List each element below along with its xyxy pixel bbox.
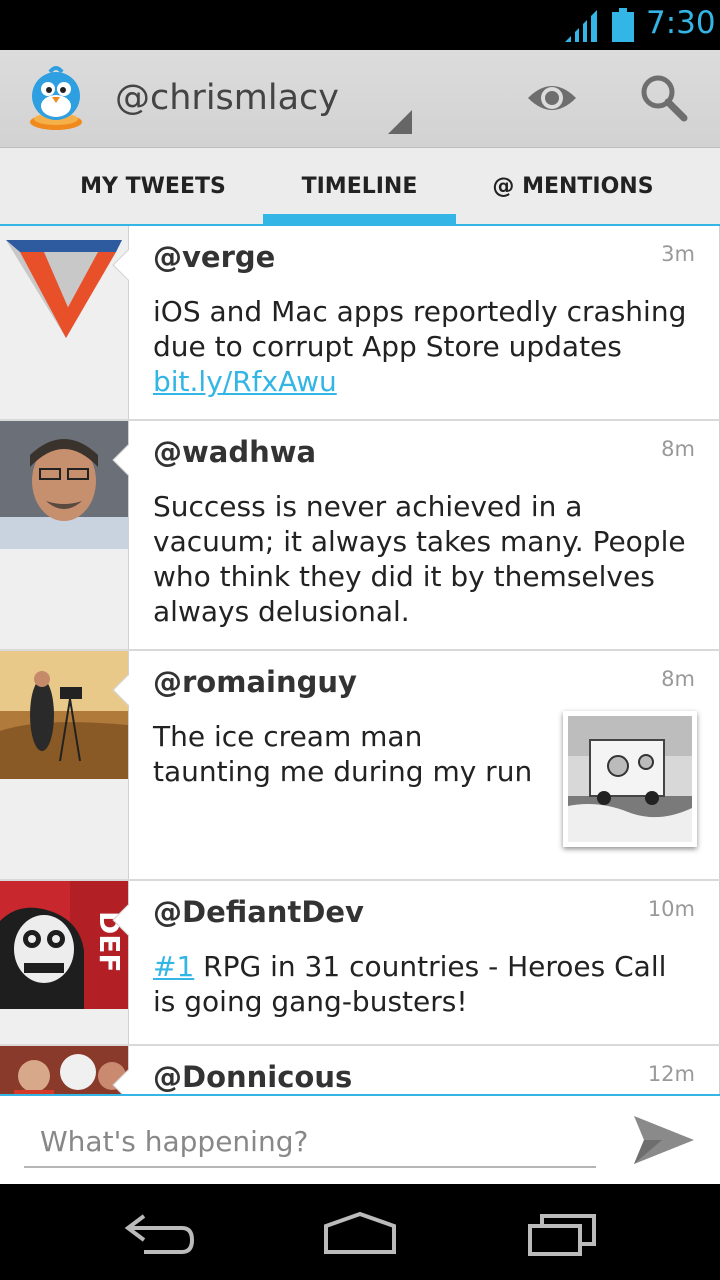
tweet-link[interactable]: bit.ly/RfxAwu	[153, 365, 337, 398]
search-icon[interactable]	[636, 72, 692, 124]
timeline-list[interactable]: @verge 3m iOS and Mac apps reportedly cr…	[0, 226, 720, 1094]
signal-icon	[565, 10, 597, 42]
avatar-defiantdev[interactable]: DEF	[0, 881, 128, 1009]
home-icon[interactable]	[320, 1204, 400, 1260]
tweet-handle[interactable]: @DefiantDev	[153, 895, 364, 929]
system-nav-bar	[0, 1184, 720, 1280]
tweet-hashtag-link[interactable]: #1	[153, 950, 194, 983]
compose-bar	[0, 1094, 720, 1184]
tweet-handle[interactable]: @wadhwa	[153, 435, 316, 469]
tab-bar: MY TWEETS TIMELINE @ MENTIONS	[0, 148, 720, 226]
tweet-item[interactable]: @wadhwa 8m Success is never achieved in …	[0, 421, 720, 649]
tweet-bubble: @Donnicous 12m	[112, 1046, 720, 1094]
profile-photo-icon	[0, 651, 128, 779]
back-icon[interactable]	[120, 1204, 200, 1260]
tweet-handle[interactable]: @romainguy	[153, 665, 357, 699]
tweet-time: 8m	[661, 437, 695, 461]
app-logo[interactable]	[22, 64, 90, 132]
profile-photo-icon	[0, 421, 128, 549]
status-clock: 7:30	[646, 5, 716, 41]
tweet-handle[interactable]: @verge	[153, 240, 275, 274]
tweet-bubble: @DefiantDev 10m #1 RPG in 31 countries -…	[112, 881, 720, 1044]
tweet-time: 10m	[647, 897, 695, 921]
tweet-item[interactable]: @verge 3m iOS and Mac apps reportedly cr…	[0, 226, 720, 419]
battery-icon	[612, 8, 634, 42]
tweet-bubble: @wadhwa 8m Success is never achieved in …	[112, 421, 720, 649]
tweet-text: The ice cream man taunting me during my …	[153, 720, 533, 788]
send-icon[interactable]	[632, 1112, 696, 1168]
tweet-item[interactable]: @romainguy 8m The ice cream man taunting…	[0, 651, 720, 879]
action-bar: @chrismlacy	[0, 50, 720, 148]
defiant-logo-icon: DEF	[0, 881, 128, 1009]
avatar-donnicous[interactable]	[0, 1046, 128, 1094]
tweet-bubble: @verge 3m iOS and Mac apps reportedly cr…	[112, 226, 720, 419]
verge-logo-icon	[0, 226, 128, 354]
status-bar: 7:30	[0, 0, 720, 50]
tweet-time: 8m	[661, 667, 695, 691]
tweet-text: #1 RPG in 31 countries - Heroes Call is …	[153, 950, 667, 1018]
tweet-bubble: @romainguy 8m The ice cream man taunting…	[112, 651, 720, 879]
tweet-text: iOS and Mac apps reportedly crashing due…	[153, 295, 687, 398]
profile-photo-icon	[0, 1046, 128, 1094]
compose-input[interactable]	[24, 1116, 596, 1168]
eye-icon[interactable]	[524, 72, 580, 124]
tab-mentions[interactable]: @ MENTIONS	[470, 148, 676, 224]
avatar-romainguy[interactable]	[0, 651, 128, 779]
photo-icon	[568, 716, 692, 842]
tweet-text: Success is never achieved in a vacuum; i…	[153, 490, 686, 628]
tab-timeline[interactable]: TIMELINE	[263, 148, 456, 224]
spinner-caret-icon[interactable]	[388, 110, 412, 134]
tweet-item[interactable]: DEF @DefiantDev 10m #1 RPG in 31 countri…	[0, 881, 720, 1044]
recents-icon[interactable]	[522, 1204, 602, 1260]
tweet-time: 12m	[647, 1062, 695, 1086]
tab-selected-indicator	[263, 214, 456, 224]
tab-my-tweets[interactable]: MY TWEETS	[50, 148, 256, 224]
tweet-handle[interactable]: @Donnicous	[153, 1060, 352, 1094]
account-spinner-label[interactable]: @chrismlacy	[115, 78, 339, 118]
tweet-time: 3m	[661, 242, 695, 266]
avatar-wadhwa[interactable]	[0, 421, 128, 549]
tweet-photo-thumbnail[interactable]	[563, 711, 697, 847]
tweet-item[interactable]: @Donnicous 12m	[0, 1046, 720, 1094]
avatar-verge[interactable]	[0, 226, 128, 354]
